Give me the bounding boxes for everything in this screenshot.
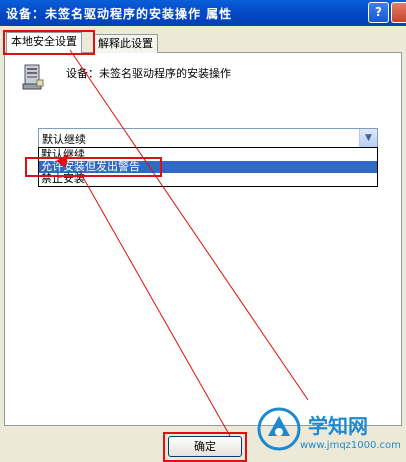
annotation-box-option bbox=[25, 157, 162, 177]
annotation-box-tab bbox=[3, 30, 95, 55]
close-button[interactable] bbox=[391, 2, 406, 23]
annotation-box-ok bbox=[163, 432, 247, 462]
tab-panel bbox=[4, 52, 402, 426]
chevron-down-icon[interactable]: ▼ bbox=[359, 129, 377, 147]
device-label: 设备：未签名驱动程序的安装操作 bbox=[66, 67, 231, 80]
watermark-title: 学知网 bbox=[308, 414, 368, 438]
tab-explain-setting[interactable]: 解释此设置 bbox=[93, 34, 158, 53]
select-value: 默认继续 bbox=[42, 133, 86, 146]
action-select[interactable]: 默认继续 ▼ bbox=[38, 128, 378, 148]
computer-icon bbox=[22, 64, 44, 90]
window-title: 设备：未签名驱动程序的安装操作 属性 bbox=[6, 7, 233, 21]
watermark-logo-icon bbox=[257, 407, 301, 451]
watermark-url: www.jmqz1000.com bbox=[300, 440, 401, 451]
tab-label: 解释此设置 bbox=[98, 37, 153, 50]
properties-dialog: 设备：未签名驱动程序的安装操作 属性 ? 本地安全设置 解释此设置 设备：未签名… bbox=[0, 0, 406, 462]
title-bar[interactable]: 设备：未签名驱动程序的安装操作 属性 ? bbox=[0, 0, 406, 26]
help-button[interactable]: ? bbox=[368, 2, 389, 23]
